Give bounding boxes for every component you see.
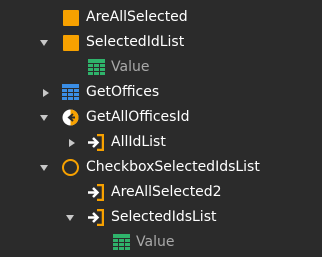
tree-item-label: AllIdList bbox=[111, 134, 166, 150]
tree-item-selected-id-list[interactable]: SelectedIdList bbox=[0, 30, 322, 55]
orange-ring-icon bbox=[62, 159, 79, 176]
chevron-down-icon[interactable] bbox=[38, 155, 50, 180]
tree-item-checkbox-selected-ids-list[interactable]: CheckboxSelectedIdsList bbox=[0, 155, 322, 180]
green-grid-icon bbox=[88, 59, 105, 76]
green-grid-icon bbox=[113, 234, 130, 251]
chevron-down-icon[interactable] bbox=[38, 105, 50, 130]
blue-grid-icon bbox=[62, 84, 79, 101]
tree-item-are-all-selected-2[interactable]: AreAllSelected2 bbox=[0, 180, 322, 205]
tree-item-label: SelectedIdsList bbox=[111, 209, 217, 225]
orange-square-icon bbox=[62, 9, 79, 26]
tree-item-label: SelectedIdList bbox=[86, 34, 185, 50]
chevron-right-icon[interactable] bbox=[40, 80, 52, 105]
tree-item-label: Value bbox=[111, 59, 150, 75]
tree-item-all-id-list[interactable]: AllIdList bbox=[0, 130, 322, 155]
tree-item-value[interactable]: Value bbox=[0, 55, 322, 80]
tree-item-label: GetAllOfficesId bbox=[86, 109, 190, 125]
chevron-down-icon[interactable] bbox=[64, 205, 76, 230]
output-circle-icon bbox=[62, 109, 79, 126]
chevron-down-icon[interactable] bbox=[38, 30, 50, 55]
tree-item-selected-ids-list[interactable]: SelectedIdsList bbox=[0, 205, 322, 230]
input-arrow-icon bbox=[87, 209, 104, 226]
tree-view: AreAllSelected SelectedIdList Value GetO… bbox=[0, 0, 322, 257]
tree-item-label: CheckboxSelectedIdsList bbox=[86, 159, 260, 175]
input-arrow-icon bbox=[87, 134, 104, 151]
input-arrow-icon bbox=[87, 184, 104, 201]
orange-square-icon bbox=[62, 34, 79, 51]
tree-item-get-all-offices-id[interactable]: GetAllOfficesId bbox=[0, 105, 322, 130]
chevron-right-icon[interactable] bbox=[66, 130, 78, 155]
tree-item-get-offices[interactable]: GetOffices bbox=[0, 80, 322, 105]
tree-item-label: GetOffices bbox=[86, 84, 160, 100]
tree-item-label: AreAllSelected bbox=[86, 9, 188, 25]
tree-item-value[interactable]: Value bbox=[0, 230, 322, 255]
tree-item-are-all-selected[interactable]: AreAllSelected bbox=[0, 5, 322, 30]
tree-item-label: AreAllSelected2 bbox=[111, 184, 222, 200]
tree-item-label: Value bbox=[136, 234, 175, 250]
